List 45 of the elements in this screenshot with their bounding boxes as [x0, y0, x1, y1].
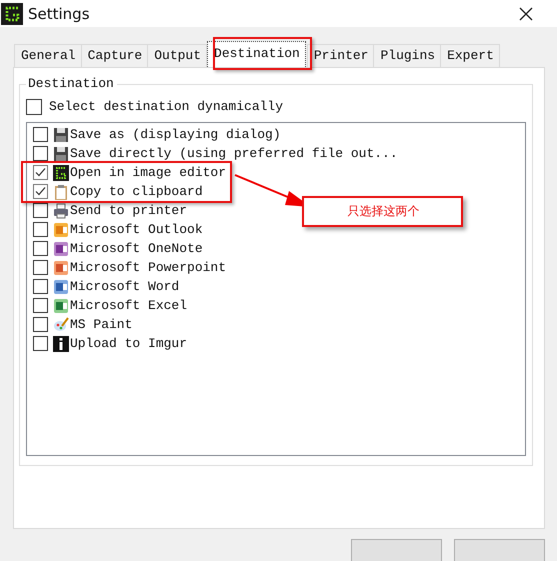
checkbox[interactable] — [33, 298, 48, 313]
notebook-tile-icon — [53, 240, 69, 256]
clipboard-icon — [53, 184, 69, 200]
list-item[interactable]: MS Paint — [70, 317, 132, 332]
list-item[interactable]: Open in image editor — [70, 165, 226, 180]
list-item[interactable]: Save directly (using preferred file out... — [70, 146, 398, 161]
list-item[interactable]: Microsoft Powerpoint — [70, 260, 226, 275]
checkbox[interactable] — [33, 165, 48, 180]
checkbox[interactable] — [33, 222, 48, 237]
tab[interactable]: Expert — [440, 44, 500, 67]
list-item[interactable]: Microsoft Outlook — [70, 222, 203, 237]
checkbox[interactable] — [33, 203, 48, 218]
document-tile-icon — [53, 278, 69, 294]
tab[interactable]: Printer — [306, 44, 374, 67]
mail-tile-icon — [53, 222, 69, 238]
slides-tile-icon — [53, 260, 69, 276]
editor-logo-icon — [53, 164, 69, 180]
tab[interactable]: Output — [147, 44, 208, 67]
list-item[interactable]: Microsoft OneNote — [70, 241, 203, 256]
checkbox[interactable] — [33, 241, 48, 256]
app-logo-icon — [1, 2, 23, 24]
checkbox[interactable] — [33, 336, 48, 351]
checkbox[interactable] — [33, 260, 48, 275]
annotation-callout: 只选择这两个 — [302, 196, 463, 227]
list-item[interactable]: Save as (displaying dialog) — [70, 127, 281, 142]
checkbox-label: Select destination dynamically — [49, 99, 284, 114]
checkbox[interactable] — [26, 98, 42, 114]
list-item[interactable]: Copy to clipboard — [70, 184, 203, 199]
tab[interactable]: Destination — [207, 41, 306, 67]
checkbox[interactable] — [33, 184, 48, 199]
checkbox[interactable] — [33, 279, 48, 294]
tab[interactable]: General — [14, 44, 82, 67]
printer-icon — [53, 202, 69, 218]
checkbox[interactable] — [33, 127, 48, 142]
window-title: Settings — [28, 4, 91, 22]
checkbox[interactable] — [33, 317, 48, 332]
checkbox[interactable] — [33, 146, 48, 161]
close-icon[interactable] — [518, 6, 534, 22]
palette-icon — [53, 316, 69, 332]
spreadsheet-tile-icon — [53, 298, 69, 314]
list-item[interactable]: Upload to Imgur — [70, 336, 188, 351]
info-tile-icon — [53, 336, 69, 352]
list-item[interactable]: Send to printer — [70, 203, 188, 218]
list-item[interactable]: Microsoft Word — [70, 279, 180, 294]
list-item[interactable]: Microsoft Excel — [70, 298, 188, 313]
